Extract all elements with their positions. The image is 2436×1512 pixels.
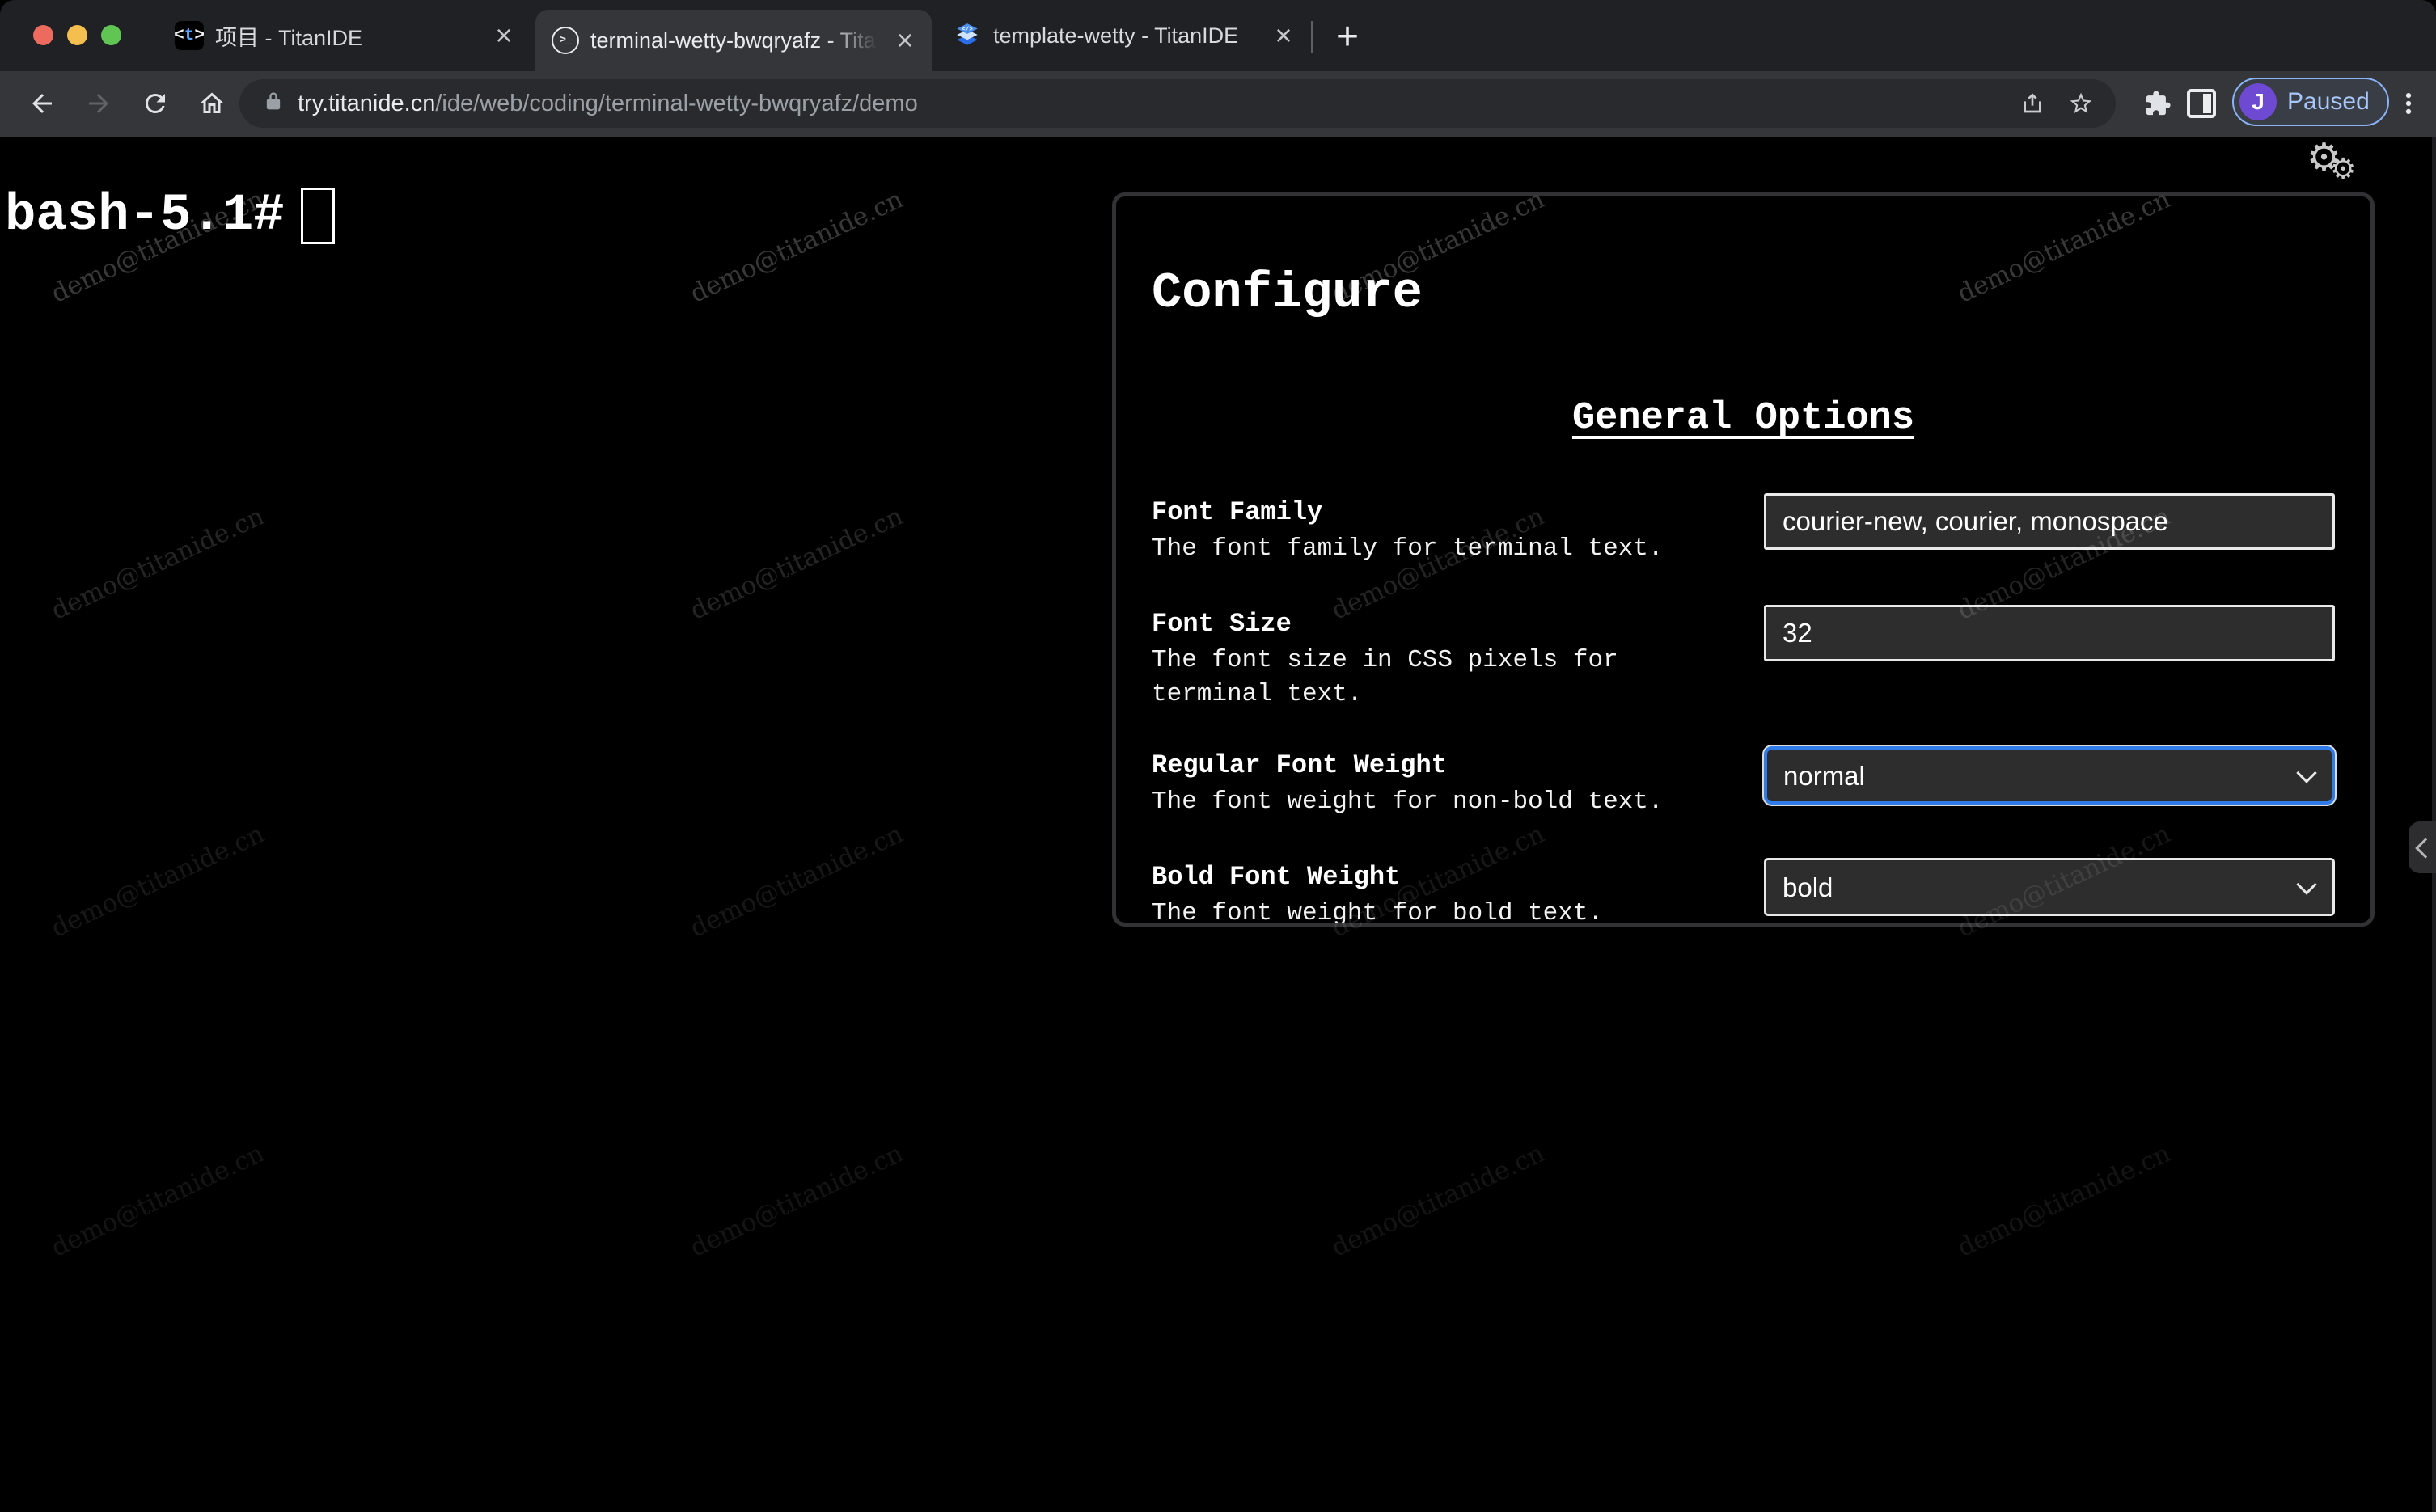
tab-title: terminal-wetty-bwqryafz - Tita — [590, 27, 876, 53]
zoom-window-button[interactable] — [101, 25, 121, 45]
field-label: Regular Font Weight — [1152, 750, 1447, 781]
template-layers-icon: </> — [957, 23, 978, 45]
watermark-text: demo@titanide.cn — [1952, 1138, 2176, 1263]
home-icon — [200, 92, 224, 113]
close-tab-icon[interactable]: × — [1268, 20, 1299, 51]
section-heading: General Options — [1571, 397, 1915, 441]
star-icon — [2070, 92, 2092, 113]
close-tab-icon[interactable]: × — [890, 25, 920, 56]
share-button[interactable] — [2014, 85, 2051, 122]
setting-row-regular-font-weight: Regular Font Weight The font weight for … — [1152, 746, 2335, 819]
field-description: The font size in CSS pixels for terminal… — [1152, 645, 1618, 708]
minimize-window-button[interactable] — [67, 25, 87, 45]
terminal-prompt-line: bash-5.1# — [5, 187, 335, 245]
tab-template-wetty[interactable]: </> template-wetty - TitanIDE × — [937, 0, 1310, 71]
terminal-cursor — [300, 188, 335, 244]
close-window-button[interactable] — [33, 25, 53, 45]
kebab-menu-icon — [2405, 92, 2412, 115]
watermark-text: demo@titanide.cn — [685, 501, 908, 626]
terminal-favicon-icon: >_ — [552, 27, 579, 54]
url-path: /ide/web/coding/terminal-wetty-bwqryafz/… — [435, 90, 918, 116]
titanide-favicon-icon: < t > — [174, 21, 205, 50]
setting-row-font-size: Font Size The font size in CSS pixels fo… — [1152, 604, 2335, 712]
tab-divider — [1311, 21, 1313, 53]
bold-font-weight-select[interactable]: bold — [1764, 858, 2335, 917]
watermark-text: demo@titanide.cn — [46, 1138, 269, 1263]
tab-titanide-project[interactable]: < t > 项目 - TitanIDE × — [159, 0, 531, 71]
tab-title: template-wetty - TitanIDE — [993, 23, 1239, 48]
tab-strip: < t > 项目 - TitanIDE × >_ terminal-wetty-bw… — [0, 0, 2436, 71]
address-bar[interactable]: try.titanide.cn/ide/web/coding/terminal-… — [239, 79, 2116, 128]
reload-icon — [145, 93, 165, 113]
window-controls — [33, 25, 121, 45]
extensions-button[interactable] — [2137, 82, 2179, 125]
svg-text:</>: </> — [962, 27, 973, 33]
home-button[interactable] — [191, 82, 233, 125]
puzzle-icon — [2146, 91, 2171, 116]
reload-button[interactable] — [134, 82, 176, 125]
configure-panel: Configure General Options Font Family Th… — [1112, 192, 2375, 927]
field-label: Font Family — [1152, 496, 1323, 527]
watermark-text: demo@titanide.cn — [685, 184, 908, 309]
field-description: The font weight for bold text. — [1152, 899, 1604, 927]
settings-rows: Font Family The font family for terminal… — [1152, 492, 2335, 927]
url-host: try.titanide.cn — [298, 90, 436, 116]
chevron-left-icon — [2415, 838, 2436, 859]
setting-row-font-family: Font Family The font family for terminal… — [1152, 492, 2335, 566]
field-label: Bold Font Weight — [1152, 862, 1401, 893]
watermark-text: demo@titanide.cn — [685, 819, 908, 944]
profile-status-label: Paused — [2287, 88, 2370, 115]
font-family-input[interactable] — [1764, 492, 2335, 550]
browser-menu-button[interactable] — [2387, 82, 2430, 125]
tab-title: 项目 - TitanIDE — [215, 25, 363, 50]
forward-button[interactable] — [78, 82, 120, 125]
field-description: The font family for terminal text. — [1152, 534, 1664, 563]
field-description: The font weight for non-bold text. — [1152, 788, 1664, 817]
watermark-text: demo@titanide.cn — [1326, 1138, 1550, 1263]
setting-row-bold-font-weight: Bold Font Weight The font weight for bol… — [1152, 858, 2335, 927]
watermark-text: demo@titanide.cn — [46, 501, 269, 626]
forward-arrow-icon — [89, 94, 108, 113]
close-tab-icon[interactable]: × — [488, 20, 519, 51]
panel-title: Configure — [1152, 264, 1423, 322]
profile-chip[interactable]: J Paused — [2232, 78, 2389, 126]
avatar: J — [2239, 83, 2277, 120]
collapse-panel-handle[interactable] — [2409, 821, 2436, 873]
share-icon — [2024, 93, 2041, 113]
watermark-text: demo@titanide.cn — [685, 1138, 908, 1263]
side-panel-icon — [2187, 89, 2216, 118]
url-text: try.titanide.cn/ide/web/coding/terminal-… — [298, 91, 918, 117]
bookmark-button[interactable] — [2062, 85, 2100, 122]
terminal-prompt: bash-5.1# — [5, 187, 285, 245]
browser-toolbar: try.titanide.cn/ide/web/coding/terminal-… — [0, 71, 2436, 137]
tab-terminal-wetty[interactable]: >_ terminal-wetty-bwqryafz - Tita × — [535, 10, 932, 71]
regular-font-weight-select[interactable]: normal — [1764, 746, 2335, 805]
browser-window: < t > 项目 - TitanIDE × >_ terminal-wetty-bw… — [0, 0, 2436, 1512]
gear-small-icon: ⚙ — [2330, 153, 2357, 186]
font-size-input[interactable] — [1764, 604, 2335, 661]
side-panel-button[interactable] — [2187, 89, 2216, 118]
settings-button[interactable]: ⚙ ⚙ — [2307, 138, 2379, 203]
terminal-page[interactable]: bash-5.1# ⚙ ⚙ Configure General Options … — [0, 137, 2436, 1512]
lock-icon — [262, 91, 285, 117]
new-tab-button[interactable]: + — [1325, 15, 1370, 60]
back-arrow-icon — [32, 94, 52, 113]
watermark-text: demo@titanide.cn — [46, 819, 269, 944]
back-button[interactable] — [21, 82, 63, 125]
field-label: Font Size — [1152, 608, 1292, 639]
